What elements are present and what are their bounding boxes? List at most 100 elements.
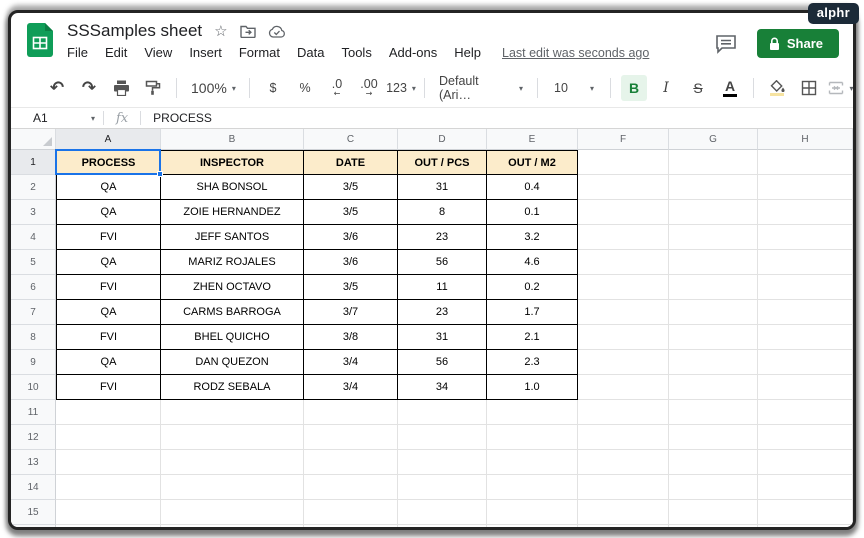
cell-C16[interactable] [304,525,398,527]
cell-D9[interactable]: 56 [398,350,487,375]
cell-F14[interactable] [578,475,669,500]
cell-F1[interactable] [578,150,669,175]
cell-C9[interactable]: 3/4 [304,350,398,375]
star-icon[interactable]: ☆ [214,24,227,39]
cell-E12[interactable] [487,425,578,450]
cell-B2[interactable]: SHA BONSOL [161,175,304,200]
menu-data[interactable]: Data [297,45,324,60]
cell-A5[interactable]: QA [56,250,161,275]
increase-decimal-button[interactable]: .00 → [356,75,382,101]
cell-E2[interactable]: 0.4 [487,175,578,200]
cell-H9[interactable] [758,350,853,375]
text-color-button[interactable]: A [717,75,743,101]
cell-H10[interactable] [758,375,853,400]
cell-B15[interactable] [161,500,304,525]
cell-E3[interactable]: 0.1 [487,200,578,225]
cell-B9[interactable]: DAN QUEZON [161,350,304,375]
cell-C8[interactable]: 3/8 [304,325,398,350]
menu-insert[interactable]: Insert [189,45,222,60]
undo-button[interactable]: ↶ [44,75,70,101]
font-family-select[interactable]: Default (Ari… ▾ [435,74,527,102]
cell-F7[interactable] [578,300,669,325]
cell-A10[interactable]: FVI [56,375,161,400]
row-header-5[interactable]: 5 [11,250,56,275]
row-header-11[interactable]: 11 [11,400,56,425]
column-header-B[interactable]: B [161,129,304,150]
cell-E11[interactable] [487,400,578,425]
cell-D16[interactable] [398,525,487,527]
row-header-16[interactable]: 16 [11,525,56,527]
share-button[interactable]: Share [756,29,839,58]
row-header-3[interactable]: 3 [11,200,56,225]
row-header-1[interactable]: 1 [11,150,56,175]
menu-help[interactable]: Help [454,45,481,60]
cell-F10[interactable] [578,375,669,400]
cell-E10[interactable]: 1.0 [487,375,578,400]
cell-A4[interactable]: FVI [56,225,161,250]
select-all-corner[interactable] [11,129,56,150]
row-header-9[interactable]: 9 [11,350,56,375]
cell-D13[interactable] [398,450,487,475]
column-header-H[interactable]: H [758,129,853,150]
cell-E6[interactable]: 0.2 [487,275,578,300]
cell-F15[interactable] [578,500,669,525]
cell-C2[interactable]: 3/5 [304,175,398,200]
cloud-saved-icon[interactable] [268,25,286,38]
row-header-10[interactable]: 10 [11,375,56,400]
move-to-folder-icon[interactable] [239,24,256,38]
cell-B16[interactable] [161,525,304,527]
row-header-6[interactable]: 6 [11,275,56,300]
cell-C5[interactable]: 3/6 [304,250,398,275]
cell-A13[interactable] [56,450,161,475]
cell-F8[interactable] [578,325,669,350]
menu-view[interactable]: View [144,45,172,60]
italic-button[interactable]: I [653,75,679,101]
cell-D1[interactable]: OUT / PCS [398,150,487,175]
cell-H4[interactable] [758,225,853,250]
cell-F6[interactable] [578,275,669,300]
merge-cells-button[interactable]: ▾ [828,75,853,101]
cell-A6[interactable]: FVI [56,275,161,300]
cell-H7[interactable] [758,300,853,325]
number-format-menu[interactable]: 123 ▾ [386,75,416,101]
cell-F16[interactable] [578,525,669,527]
cell-D3[interactable]: 8 [398,200,487,225]
cell-B4[interactable]: JEFF SANTOS [161,225,304,250]
cell-G11[interactable] [669,400,758,425]
cell-D11[interactable] [398,400,487,425]
cell-H3[interactable] [758,200,853,225]
cell-E5[interactable]: 4.6 [487,250,578,275]
cell-C11[interactable] [304,400,398,425]
cell-E4[interactable]: 3.2 [487,225,578,250]
format-percent-button[interactable]: % [292,75,318,101]
cell-C1[interactable]: DATE [304,150,398,175]
cell-E7[interactable]: 1.7 [487,300,578,325]
strikethrough-button[interactable]: S [685,75,711,101]
comment-icon[interactable] [715,34,737,54]
cell-G7[interactable] [669,300,758,325]
menu-format[interactable]: Format [239,45,280,60]
cell-D10[interactable]: 34 [398,375,487,400]
cell-A3[interactable]: QA [56,200,161,225]
cell-A15[interactable] [56,500,161,525]
cell-B14[interactable] [161,475,304,500]
cell-C15[interactable] [304,500,398,525]
font-size-select[interactable]: 10 ▾ [548,75,600,101]
cell-B10[interactable]: RODZ SEBALA [161,375,304,400]
cell-F3[interactable] [578,200,669,225]
name-box[interactable]: A1 ▾ [11,111,103,125]
cell-A2[interactable]: QA [56,175,161,200]
menu-tools[interactable]: Tools [341,45,371,60]
cell-F2[interactable] [578,175,669,200]
cell-B12[interactable] [161,425,304,450]
cell-B11[interactable] [161,400,304,425]
row-header-2[interactable]: 2 [11,175,56,200]
google-sheets-logo-icon[interactable] [27,23,53,57]
row-header-12[interactable]: 12 [11,425,56,450]
cell-H16[interactable] [758,525,853,527]
cell-C12[interactable] [304,425,398,450]
cell-F4[interactable] [578,225,669,250]
row-header-8[interactable]: 8 [11,325,56,350]
cell-G16[interactable] [669,525,758,527]
column-header-C[interactable]: C [304,129,398,150]
